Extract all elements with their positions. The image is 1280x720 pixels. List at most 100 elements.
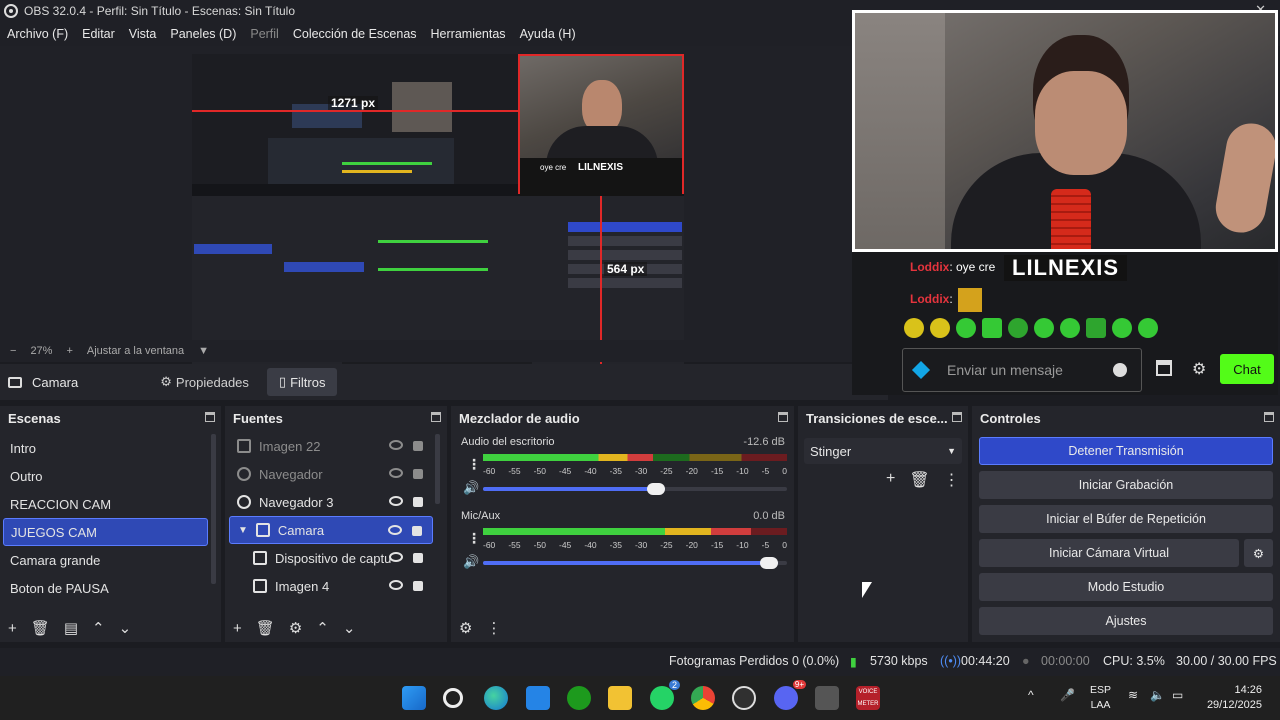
edge-icon[interactable] [484,686,508,710]
collapse-arrow-icon[interactable]: ▼ [238,525,248,536]
add-scene-icon[interactable]: + [8,620,17,637]
menu-ayuda[interactable]: Ayuda (H) [520,27,576,41]
zoom-out-button[interactable]: − [10,345,16,357]
volume-slider[interactable] [483,483,787,495]
settings-button[interactable]: Ajustes [979,607,1273,635]
eye-icon[interactable] [389,552,403,562]
microphone-icon[interactable]: 🎤 [1060,688,1075,702]
app-icon[interactable] [815,686,839,710]
bits-icon[interactable] [911,360,931,380]
eye-icon[interactable] [388,525,402,535]
source-item[interactable]: Navegador 3 [229,488,433,516]
system-clock[interactable]: 14:26 29/12/2025 [1207,683,1262,713]
start-virtual-camera-button[interactable]: Iniciar Cámara Virtual [979,539,1239,567]
kebab-menu-icon[interactable]: ⋮ [486,619,501,637]
scene-item[interactable]: Outro [3,462,208,490]
float-dock-icon[interactable] [952,412,962,422]
scrollbar[interactable] [211,434,216,584]
lock-icon[interactable] [413,581,423,591]
start-replay-buffer-button[interactable]: Iniciar el Búfer de Repetición [979,505,1273,533]
scene-item[interactable]: Intro [3,434,208,462]
advanced-audio-icon[interactable]: ⚙ [459,619,472,637]
float-dock-icon[interactable] [1264,412,1274,422]
scene-item-selected[interactable]: JUEGOS CAM [3,518,208,546]
add-transition-icon[interactable]: + [886,470,895,490]
move-up-icon[interactable]: ⌃ [316,619,329,637]
menu-coleccion-escenas[interactable]: Colección de Escenas [293,27,417,41]
emoji-icon[interactable] [1113,363,1127,377]
preview-canvas[interactable]: LILNEXIS oye cre 1271 px 564 px [192,54,684,380]
source-item[interactable]: Imagen 4 [229,572,433,600]
whatsapp-icon[interactable]: 2 [650,680,680,710]
gear-icon[interactable]: ⚙ [289,619,302,637]
zoom-in-button[interactable]: + [66,345,72,357]
filters-button[interactable]: ▯ Filtros [266,368,338,396]
scene-item[interactable]: REACCION CAM [3,490,208,518]
xbox-icon[interactable] [567,686,591,710]
volume-slider[interactable] [483,557,787,569]
menu-herramientas[interactable]: Herramientas [431,27,506,41]
volume-knob[interactable] [647,483,666,495]
properties-button[interactable]: ⚙ Propiedades [148,368,261,396]
speaker-icon[interactable]: 🔊 [463,554,479,570]
move-up-icon[interactable]: ⌃ [92,619,105,637]
menu-editar[interactable]: Editar [82,27,115,41]
eye-hidden-icon[interactable] [389,440,403,450]
trash-icon[interactable]: 🗑 [31,619,50,637]
lock-icon[interactable] [413,441,423,451]
chevron-down-icon[interactable]: ▼ [198,345,209,357]
menu-vista[interactable]: Vista [129,27,157,41]
obs-icon[interactable] [732,686,756,710]
wifi-icon[interactable]: ≋ [1128,688,1138,702]
volume-icon[interactable]: 🔈 [1150,688,1165,702]
source-item-selected[interactable]: ▼ Camara [229,516,433,544]
transition-select[interactable]: Stinger ▼ [804,438,962,464]
file-explorer-icon[interactable] [608,686,632,710]
add-source-icon[interactable]: + [233,620,242,637]
chrome-icon[interactable] [691,686,715,710]
language-indicator[interactable]: ESP LAA [1090,683,1111,713]
discord-icon[interactable]: 9+ [774,680,806,710]
eye-hidden-icon[interactable] [389,468,403,478]
chat-send-button[interactable]: Chat [1220,354,1274,384]
menu-perfil[interactable]: Perfil [250,27,278,41]
source-item[interactable]: Dispositivo de captu [229,544,433,572]
source-item[interactable]: Navegador [229,460,433,488]
store-icon[interactable] [1156,360,1172,376]
float-dock-icon[interactable] [205,412,215,422]
virtual-camera-settings-button[interactable]: ⚙ [1244,539,1273,567]
store-icon[interactable] [526,686,550,710]
menu-archivo[interactable]: Archivo (F) [7,27,68,41]
scrollbar[interactable] [435,434,440,504]
windows-start-icon[interactable] [402,686,426,710]
trash-icon[interactable]: 🗑 [909,470,929,490]
gear-icon[interactable]: ⚙ [1192,359,1206,379]
studio-mode-button[interactable]: Modo Estudio [979,573,1273,601]
preview-area[interactable]: LILNEXIS oye cre 1271 px 564 px [0,46,895,380]
float-dock-icon[interactable] [431,412,441,422]
trash-icon[interactable]: 🗑 [256,619,275,637]
eye-icon[interactable] [389,580,403,590]
move-down-icon[interactable]: ⌄ [119,619,132,637]
source-item[interactable]: Imagen 22 [229,432,433,460]
scene-item[interactable]: Camara grande [3,546,208,574]
lock-icon[interactable] [413,469,423,479]
start-recording-button[interactable]: Iniciar Grabación [979,471,1273,499]
lock-icon[interactable] [412,526,422,536]
eye-icon[interactable] [389,496,403,506]
fit-window-label[interactable]: Ajustar a la ventana [87,345,184,357]
kebab-menu-icon[interactable]: ⋮ [467,530,481,547]
move-down-icon[interactable]: ⌄ [343,619,356,637]
float-dock-icon[interactable] [778,412,788,422]
chevron-up-icon[interactable]: ^ [1028,688,1034,702]
scene-item[interactable]: Boton de PAUSA [3,574,208,602]
voicemeeter-icon[interactable]: VOICE METER [856,686,880,710]
search-icon[interactable] [443,688,463,708]
volume-knob[interactable] [759,557,778,569]
kebab-menu-icon[interactable]: ⋮ [467,456,481,473]
chat-message-input[interactable]: Enviar un mensaje [902,348,1142,392]
speaker-icon[interactable]: 🔊 [463,480,479,496]
filter-icon[interactable]: ▤ [64,619,78,637]
menu-paneles[interactable]: Paneles (D) [170,27,236,41]
lock-icon[interactable] [413,497,423,507]
